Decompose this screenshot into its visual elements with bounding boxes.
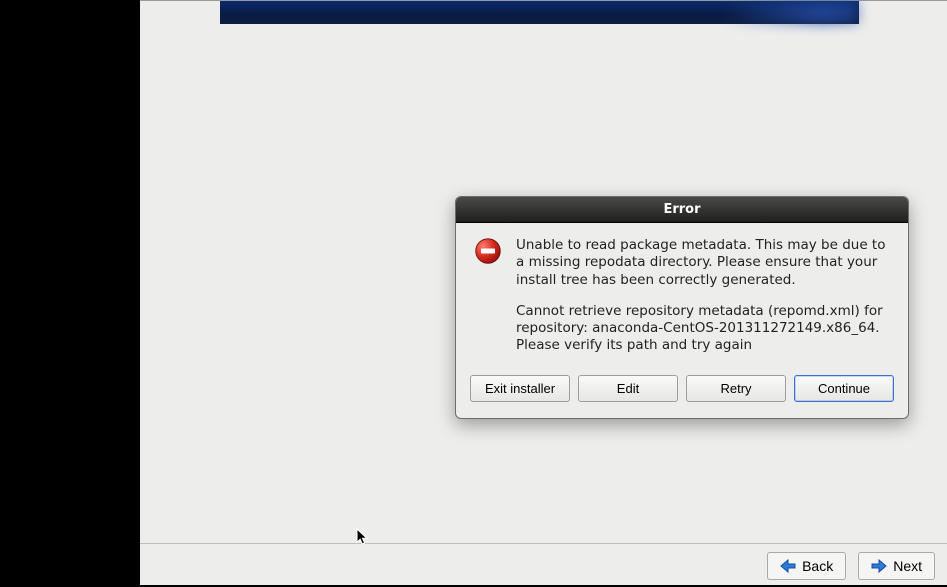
installer-root: Error (0, 0, 947, 587)
edit-button[interactable]: Edit (578, 375, 678, 402)
dialog-msg-p1: Unable to read package metadata. This ma… (516, 237, 890, 289)
exit-installer-button[interactable]: Exit installer (470, 375, 570, 402)
error-dialog: Error (455, 196, 909, 419)
banner-art (679, 1, 859, 24)
error-icon (474, 237, 502, 355)
next-button[interactable]: Next (858, 552, 935, 580)
mouse-cursor (356, 528, 370, 546)
dialog-message: Unable to read package metadata. This ma… (516, 237, 890, 355)
back-button[interactable]: Back (767, 552, 846, 580)
next-label: Next (893, 558, 922, 574)
dialog-actions: Exit installer Edit Retry Continue (456, 371, 908, 418)
arrow-right-icon (871, 559, 887, 573)
dialog-title: Error (663, 202, 700, 217)
header-banner (220, 1, 859, 24)
continue-button[interactable]: Continue (794, 375, 894, 402)
dialog-body: Unable to read package metadata. This ma… (456, 223, 908, 371)
main-pane: Error (140, 0, 947, 587)
dialog-titlebar: Error (456, 197, 908, 223)
left-black-sidebar (0, 0, 140, 587)
arrow-left-icon (780, 559, 796, 573)
back-label: Back (802, 558, 833, 574)
retry-button[interactable]: Retry (686, 375, 786, 402)
footer-bar: Back Next (140, 543, 947, 587)
dialog-msg-p2: Cannot retrieve repository metadata (rep… (516, 303, 890, 355)
